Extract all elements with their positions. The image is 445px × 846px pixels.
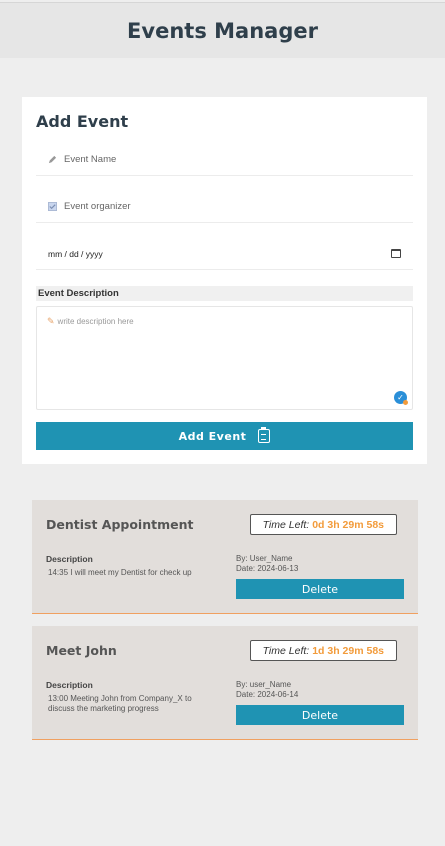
time-left-label: Time Left: — [262, 644, 310, 657]
event-description-label: Description — [46, 554, 93, 564]
event-meta: By: User_Name Date: 2024-06-13 — [236, 554, 298, 574]
time-left-label: Time Left: — [262, 518, 310, 531]
pencil-icon: ✎ — [47, 316, 55, 326]
event-title: Dentist Appointment — [46, 517, 194, 532]
event-organizer: By: User_Name — [236, 554, 293, 563]
time-left-badge: Time Left: 0d 3h 29m 58s — [249, 514, 397, 535]
event-description: 14:35 I will meet my Dentist for check u… — [48, 568, 192, 577]
event-meta: By: user_Name Date: 2024-06-14 — [236, 680, 298, 700]
add-event-form: Add Event Event Name Event organizer mm … — [22, 97, 427, 464]
checkbox-icon — [48, 202, 60, 211]
delete-button[interactable]: Delete — [236, 579, 404, 599]
event-date: Date: 2024-06-14 — [236, 690, 299, 699]
time-left-badge: Time Left: 1d 3h 29m 58s — [249, 640, 397, 661]
event-title: Meet John — [46, 643, 117, 658]
add-event-label: Add Event — [178, 429, 247, 443]
grammar-check-icon[interactable]: ✓ — [394, 391, 408, 405]
event-date: Date: 2024-06-13 — [236, 564, 299, 573]
date-placeholder: mm / dd / yyyy — [48, 248, 103, 259]
app-header: Events Manager — [0, 2, 445, 58]
page-title: Events Manager — [127, 18, 318, 43]
calendar-icon[interactable] — [391, 249, 401, 258]
add-event-button[interactable]: Add Event — [36, 422, 413, 450]
pencil-icon — [48, 155, 60, 164]
time-left-value: 1d 3h 29m 58s — [312, 644, 384, 657]
event-card: Meet John Time Left: 1d 3h 29m 58s Descr… — [32, 626, 418, 740]
event-card: Dentist Appointment Time Left: 0d 3h 29m… — [32, 500, 418, 614]
form-title: Add Event — [36, 112, 129, 131]
clipboard-icon — [258, 427, 271, 443]
event-organizer-placeholder: Event organizer — [64, 201, 131, 212]
event-description-label: Description — [46, 680, 93, 690]
event-name-placeholder: Event Name — [64, 154, 117, 165]
event-organizer-input[interactable]: Event organizer — [36, 191, 413, 223]
description-placeholder: write description here — [57, 317, 134, 326]
event-description: 13:00 Meeting John from Company_X to dis… — [48, 694, 192, 713]
event-organizer: By: user_Name — [236, 680, 292, 689]
event-name-input[interactable]: Event Name — [36, 144, 413, 176]
delete-button[interactable]: Delete — [236, 705, 404, 725]
time-left-value: 0d 3h 29m 58s — [312, 518, 384, 531]
event-date-input[interactable]: mm / dd / yyyy — [36, 238, 413, 270]
description-textarea[interactable]: ✎ write description here ✓ — [36, 306, 413, 410]
description-label: Event Description — [36, 286, 413, 301]
